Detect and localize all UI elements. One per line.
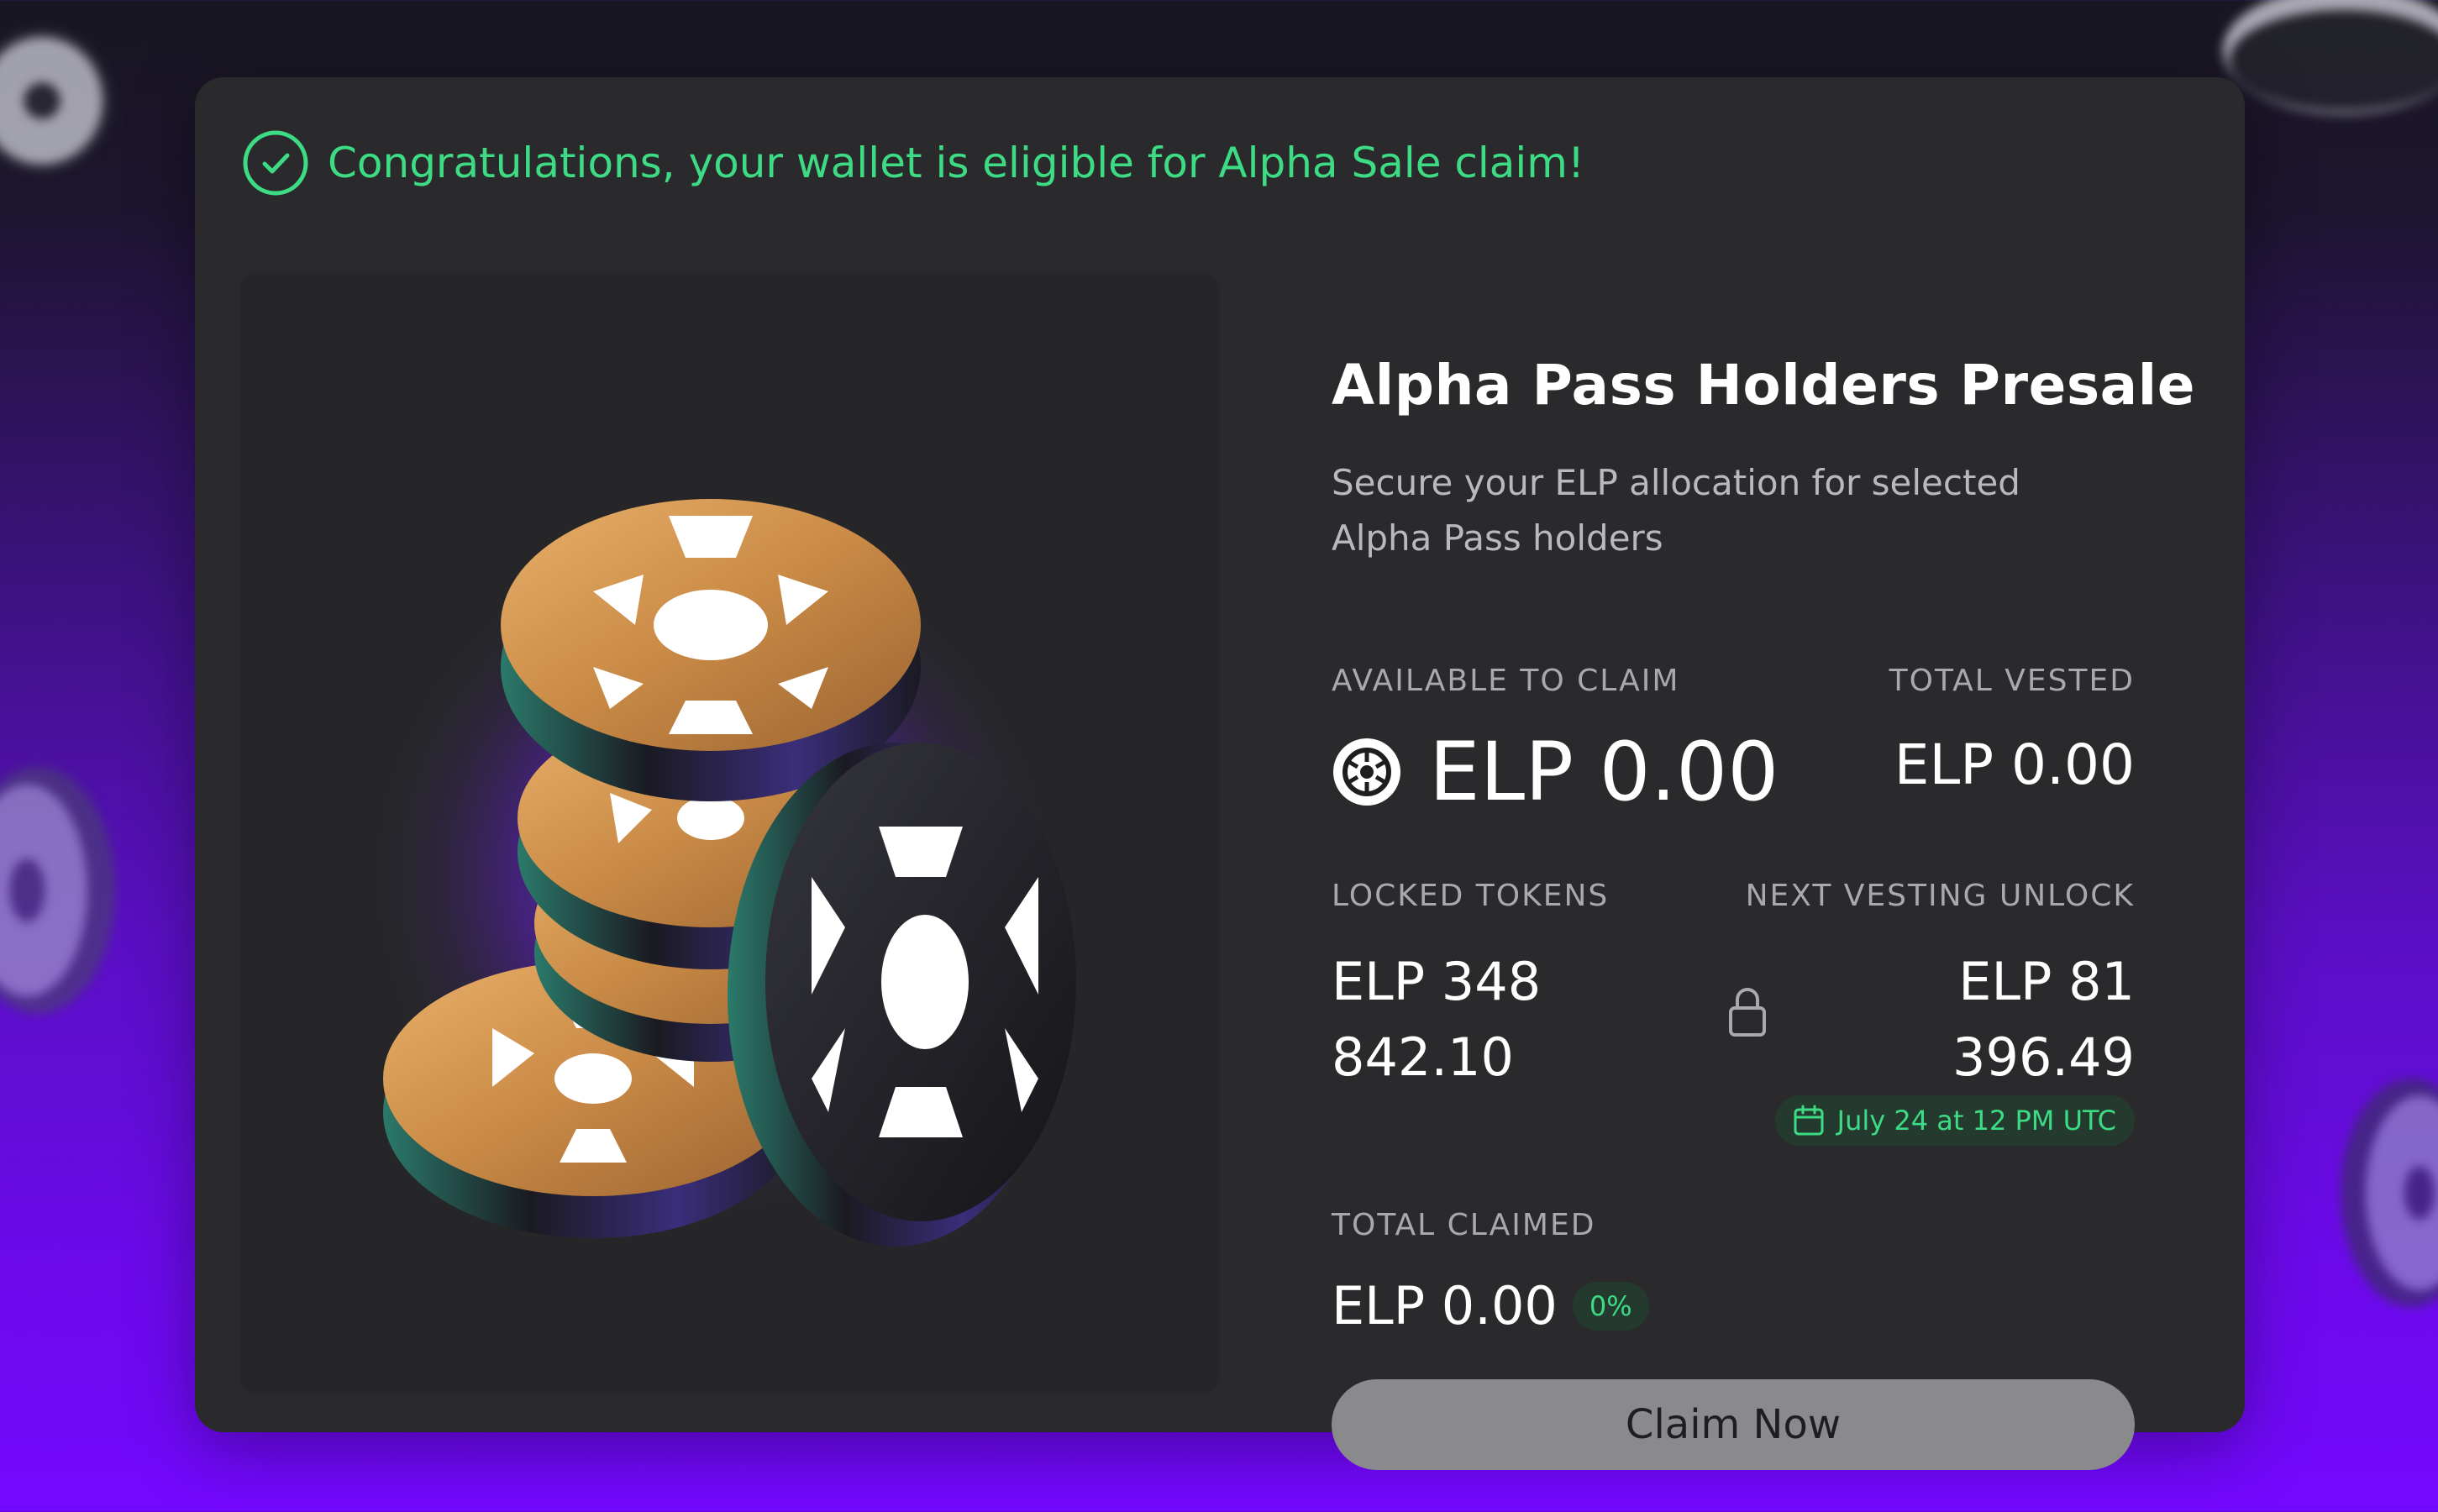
unlock-date-badge: July 24 at 12 PM UTC <box>1774 1095 2135 1146</box>
locked-tokens-label: LOCKED TOKENS <box>1332 879 1610 913</box>
available-to-claim-label: AVAILABLE TO CLAIM <box>1332 664 1680 698</box>
total-vested-label: TOTAL VESTED <box>1889 664 2135 698</box>
lock-icon <box>1729 988 1766 1037</box>
available-to-claim-value: ELP 0.00 <box>1429 725 1779 819</box>
background-coin-right <box>2319 1067 2438 1319</box>
background-coin-left <box>0 756 126 1025</box>
elp-token-icon <box>1333 738 1400 806</box>
total-claimed: ELP 0.00 0% <box>1332 1268 1649 1344</box>
locked-tokens-value: ELP 348 842.10 <box>1332 951 1542 1088</box>
coins-illustration <box>240 272 1220 1394</box>
calendar-icon <box>1794 1105 1824 1136</box>
dark-coin-front <box>728 743 1076 1247</box>
unlock-date-text: July 24 at 12 PM UTC <box>1836 1105 2116 1137</box>
presale-subtitle: Secure your ELP allocation for selected … <box>1332 462 2020 559</box>
total-claimed-label: TOTAL CLAIMED <box>1332 1208 1596 1242</box>
check-circle-icon <box>243 130 308 196</box>
claimed-percent-badge: 0% <box>1572 1282 1649 1331</box>
eligibility-banner: Congratulations, your wallet is eligible… <box>242 129 1584 197</box>
page-title: Alpha Pass Holders Presale <box>1332 353 2196 417</box>
presale-info: Alpha Pass Holders Presale Secure your E… <box>1332 272 2195 1470</box>
background-coin-top-right <box>2218 0 2438 134</box>
next-vesting-unlock-value: ELP 81 396.49 <box>1952 951 2135 1088</box>
total-claimed-value: ELP 0.00 <box>1332 1275 1558 1336</box>
available-to-claim: ELP 0.00 <box>1332 726 1779 818</box>
total-vested-value: ELP 0.00 <box>1894 732 2135 797</box>
claim-card: Congratulations, your wallet is eligible… <box>195 77 2245 1470</box>
next-vesting-unlock-label: NEXT VESTING UNLOCK <box>1745 879 2135 913</box>
eligibility-message: Congratulations, your wallet is eligible… <box>328 139 1585 187</box>
claim-now-button[interactable]: Claim Now <box>1332 1379 2135 1470</box>
background-coin-top-left <box>0 17 118 185</box>
